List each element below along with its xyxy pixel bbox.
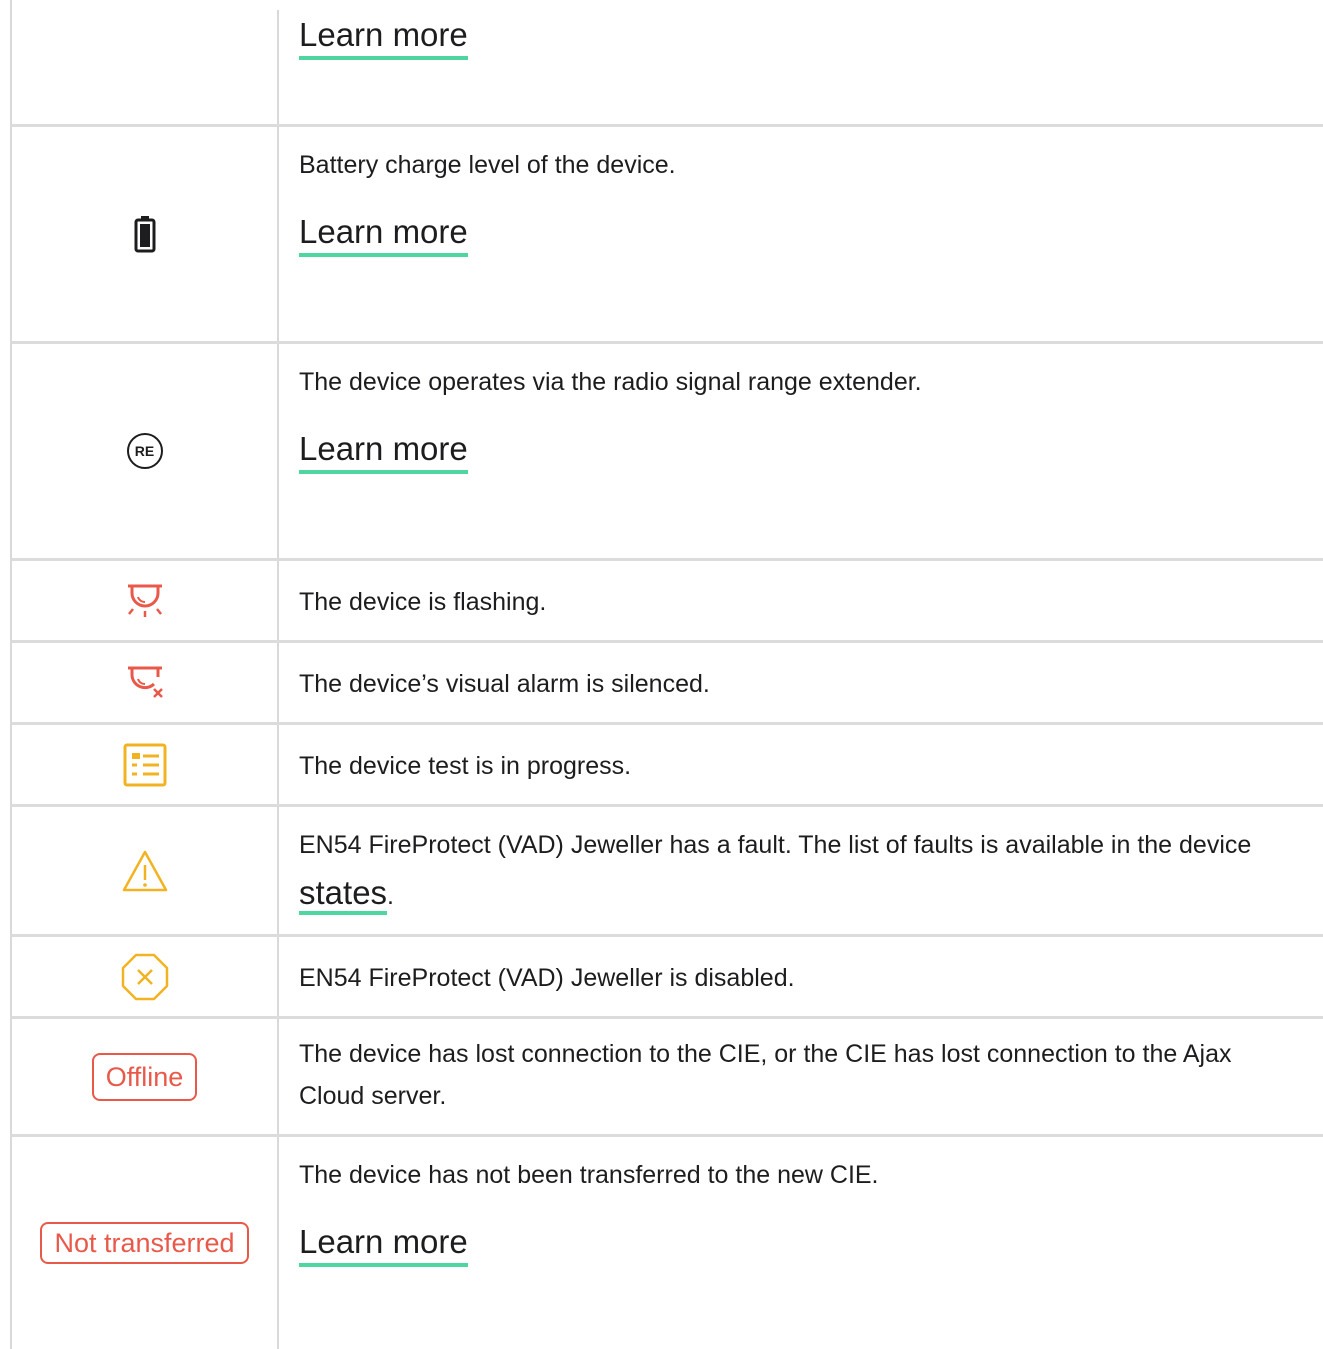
- icon-cell: [12, 725, 277, 804]
- text-cell: EN54 FireProtect (VAD) Jeweller has a fa…: [299, 821, 1285, 934]
- row-description: The device has lost connection to the CI…: [299, 1040, 1232, 1110]
- icon-cell: [12, 0, 277, 124]
- text-cell: Learn more: [299, 14, 1285, 124]
- icon-cell: [12, 127, 277, 341]
- table-row: Battery charge level of the device. Lear…: [12, 124, 1323, 341]
- table-row: EN54 FireProtect (VAD) Jeweller is disab…: [12, 934, 1323, 1016]
- row-description: The device test is in progress.: [299, 752, 632, 780]
- fault-text: EN54 FireProtect (VAD) Jeweller has a fa…: [299, 831, 1252, 859]
- text-cell: EN54 FireProtect (VAD) Jeweller is disab…: [299, 954, 1285, 1016]
- learn-more-link[interactable]: Learn more: [299, 429, 468, 474]
- learn-more-link[interactable]: Learn more: [299, 212, 468, 257]
- table-row: Not transferred The device has not been …: [12, 1134, 1323, 1349]
- re-icon-label: RE: [134, 443, 155, 459]
- text-cell: Battery charge level of the device. Lear…: [299, 141, 1285, 341]
- text-cell: The device is flashing.: [299, 578, 1285, 640]
- text-cell: The device operates via the radio signal…: [299, 358, 1285, 558]
- table-row: The device test is in progress.: [12, 722, 1323, 804]
- row-description: EN54 FireProtect (VAD) Jeweller has a fa…: [299, 821, 1285, 920]
- table-row: Offline The device has lost connection t…: [12, 1016, 1323, 1134]
- siren-silenced-icon: [127, 666, 163, 698]
- re-icon: RE: [126, 433, 163, 469]
- row-description: EN54 FireProtect (VAD) Jeweller is disab…: [299, 964, 795, 992]
- text-cell: The device’s visual alarm is silenced.: [299, 660, 1285, 722]
- fault-text-end: .: [387, 882, 394, 910]
- row-description: The device operates via the radio signal…: [299, 368, 922, 396]
- siren-flashing-icon: [127, 584, 162, 617]
- icon-cell: Offline: [12, 1019, 277, 1134]
- text-cell: The device test is in progress.: [299, 742, 1285, 804]
- offline-badge: Offline: [91, 1052, 198, 1101]
- text-cell: The device has lost connection to the CI…: [299, 1033, 1285, 1134]
- icon-cell: [12, 937, 277, 1016]
- icon-cell: RE: [12, 344, 277, 558]
- icon-cell: [12, 807, 277, 934]
- device-icons-table: Learn more Battery charge level of the d…: [10, 0, 1323, 1349]
- row-description: Battery charge level of the device.: [299, 151, 676, 179]
- table-row: Learn more: [12, 0, 1323, 124]
- learn-more-link[interactable]: Learn more: [299, 1222, 468, 1267]
- disabled-octagon-icon: [121, 953, 168, 1000]
- text-cell: The device has not been transferred to t…: [299, 1151, 1285, 1349]
- icon-cell: [12, 643, 277, 722]
- warning-triangle-icon: [122, 850, 167, 891]
- table-row: The device is flashing.: [12, 558, 1323, 640]
- icon-cell: [12, 561, 277, 640]
- learn-more-link[interactable]: Learn more: [299, 15, 468, 60]
- states-link[interactable]: states: [299, 874, 388, 915]
- icon-cell: Not transferred: [12, 1137, 277, 1349]
- row-description: The device has not been transferred to t…: [299, 1161, 879, 1189]
- battery-icon: [134, 216, 155, 253]
- table-row: EN54 FireProtect (VAD) Jeweller has a fa…: [12, 804, 1323, 934]
- not-transferred-badge: Not transferred: [40, 1222, 249, 1264]
- row-description: The device is flashing.: [299, 588, 547, 616]
- test-list-icon: [123, 743, 166, 786]
- row-description: The device’s visual alarm is silenced.: [299, 670, 710, 698]
- table-row: RE The device operates via the radio sig…: [12, 341, 1323, 558]
- table-row: The device’s visual alarm is silenced.: [12, 640, 1323, 722]
